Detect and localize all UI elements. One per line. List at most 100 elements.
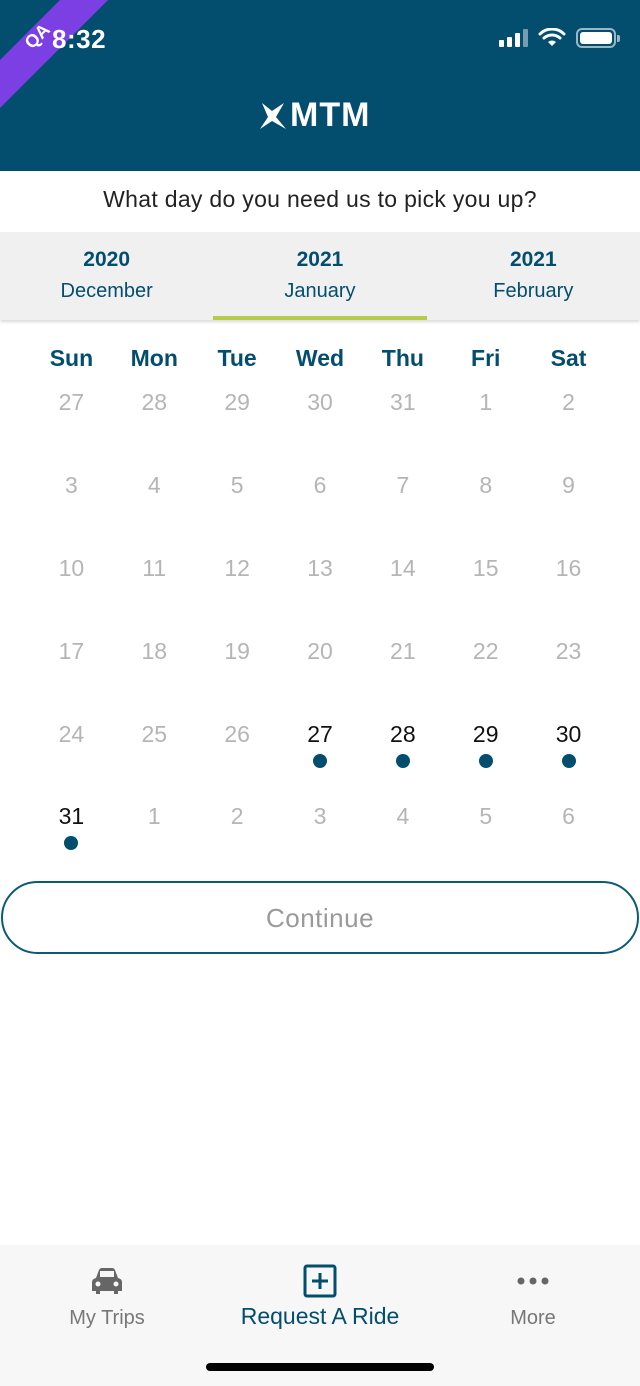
- calendar-day: 6: [279, 455, 362, 538]
- availability-dot-icon: [561, 753, 576, 768]
- day-number: 27: [58, 389, 85, 416]
- day-number: 30: [307, 389, 333, 416]
- day-number: 1: [147, 803, 161, 830]
- day-number: 27: [307, 720, 333, 747]
- day-number: 21: [390, 637, 416, 664]
- status-time: 8:32: [52, 24, 107, 54]
- day-number: 6: [313, 472, 327, 499]
- availability-dot-icon: [395, 753, 410, 768]
- calendar-day: 9: [527, 455, 610, 538]
- day-number: 29: [472, 720, 499, 747]
- day-number: 11: [142, 554, 167, 581]
- day-number: 19: [224, 637, 250, 664]
- nav-more[interactable]: More: [426, 1263, 640, 1330]
- day-number: 13: [307, 554, 333, 581]
- calendar-day: 7: [361, 455, 444, 538]
- weekday-label: Thu: [381, 345, 424, 371]
- calendar-day: 17: [30, 620, 113, 703]
- day-number: 2: [562, 389, 575, 416]
- calendar-day: 8: [444, 455, 527, 538]
- calendar-day: 5: [444, 786, 527, 869]
- calendar-day[interactable]: 28: [361, 703, 444, 786]
- calendar-day: 31: [361, 372, 444, 455]
- nav-label: Request A Ride: [240, 1303, 400, 1329]
- tab-month: January: [284, 280, 356, 302]
- day-number: 2: [230, 803, 244, 830]
- weekday-label: Mon: [130, 345, 178, 371]
- day-number: 31: [390, 389, 416, 416]
- tab-february-2021[interactable]: 2021 February: [427, 232, 640, 320]
- plus-square-icon: [303, 1264, 337, 1298]
- day-number: 7: [396, 472, 410, 499]
- calendar-day: 10: [30, 538, 113, 621]
- day-number: 18: [141, 637, 168, 664]
- day-number: 26: [224, 720, 250, 747]
- day-number: 31: [58, 803, 85, 830]
- tab-year: 2020: [83, 248, 131, 271]
- tab-january-2021[interactable]: 2021 January: [213, 232, 427, 320]
- day-number: 29: [224, 389, 250, 416]
- day-number: 30: [555, 720, 582, 747]
- day-number: 24: [58, 720, 85, 747]
- day-number: 15: [472, 554, 499, 581]
- tab-month: February: [493, 280, 574, 302]
- calendar-day: 24: [30, 703, 113, 786]
- car-icon: [92, 1268, 122, 1294]
- availability-dot-icon: [312, 753, 327, 768]
- day-number: 6: [562, 803, 575, 830]
- continue-button[interactable]: Continue: [1, 881, 639, 954]
- calendar-day: 30: [279, 372, 362, 455]
- weekday-label: Wed: [295, 345, 345, 371]
- calendar-day: 4: [113, 455, 196, 538]
- tab-month: December: [60, 280, 153, 302]
- calendar-day: 1: [444, 372, 527, 455]
- day-number: 4: [147, 472, 161, 499]
- day-number: 16: [555, 554, 582, 581]
- calendar-day: 29: [196, 372, 279, 455]
- calendar-day-selected[interactable]: 27: [279, 703, 362, 786]
- day-number: 20: [307, 637, 333, 664]
- day-number: 17: [58, 637, 85, 664]
- calendar-day: 11: [113, 538, 196, 621]
- calendar-day: 28: [113, 372, 196, 455]
- day-number: 10: [58, 554, 85, 581]
- nav-request-a-ride[interactable]: Request A Ride: [213, 1263, 427, 1330]
- logo-text: MTM: [290, 96, 371, 134]
- day-number: 12: [224, 554, 250, 581]
- calendar-day: 23: [527, 620, 610, 703]
- day-number: 5: [479, 803, 493, 830]
- tab-year: 2021: [509, 248, 557, 271]
- day-number: 3: [313, 803, 327, 830]
- status-icons: [499, 28, 620, 48]
- weekday-label: Tue: [217, 345, 257, 371]
- weekday-label: Sat: [550, 345, 587, 371]
- tab-december-2020[interactable]: 2020 December: [0, 232, 213, 320]
- calendar-days-grid: 27 28 29 30 31 1 2 3 4 5 6 7 8 9 10 11 12 13 14 15 16 17 18 19 2…: [30, 372, 610, 869]
- calendar-day: 2: [196, 786, 279, 869]
- calendar-day: 22: [444, 620, 527, 703]
- calendar-day: 14: [361, 538, 444, 621]
- day-number: 1: [479, 389, 493, 416]
- calendar-day: 6: [527, 786, 610, 869]
- calendar-day: 25: [113, 703, 196, 786]
- day-number: 9: [562, 472, 575, 499]
- calendar-day[interactable]: 31: [30, 786, 113, 869]
- home-indicator: [206, 1363, 434, 1371]
- calendar-day[interactable]: 29: [444, 703, 527, 786]
- calendar-day: 12: [196, 538, 279, 621]
- nav-my-trips[interactable]: My Trips: [0, 1263, 214, 1330]
- calendar-day: 16: [527, 538, 610, 621]
- tab-year: 2021: [296, 248, 344, 271]
- nav-label: More: [510, 1307, 556, 1329]
- day-number: 8: [479, 472, 493, 499]
- calendar-day: 4: [361, 786, 444, 869]
- calendar-day: 1: [113, 786, 196, 869]
- calendar-day: 27: [30, 372, 113, 455]
- calendar-day[interactable]: 30: [527, 703, 610, 786]
- app-header: QA 8:32 MTM: [0, 0, 640, 171]
- weekday-label: Sun: [49, 345, 94, 371]
- availability-dot-icon: [478, 753, 493, 768]
- day-number: 4: [396, 803, 410, 830]
- weekday-label: Fri: [471, 345, 501, 371]
- calendar-day: 20: [279, 620, 362, 703]
